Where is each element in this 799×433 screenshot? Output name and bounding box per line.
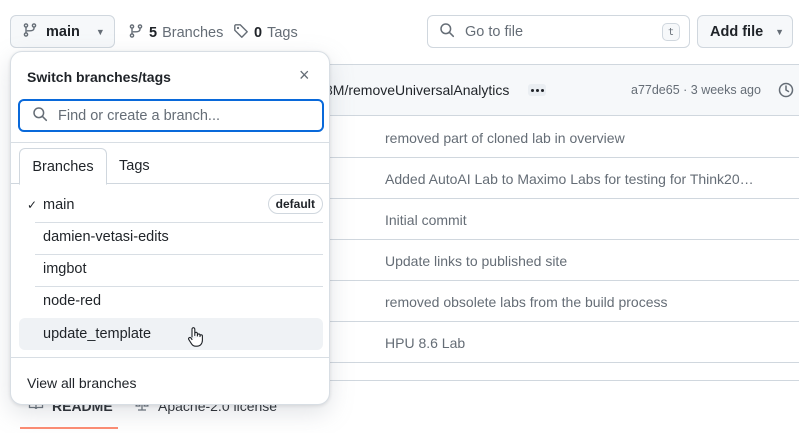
view-all-branches-link[interactable]: View all branches <box>27 375 136 391</box>
branch-selector-label: main <box>46 23 80 40</box>
file-row-commit-message[interactable]: Added AutoAI Lab to Maximo Labs for test… <box>385 171 754 187</box>
search-icon <box>439 22 455 42</box>
default-badge: default <box>267 194 323 214</box>
branches-text: Branches <box>162 25 224 41</box>
branch-item-label: damien-vetasi-edits <box>43 229 169 245</box>
history-icon[interactable] <box>777 81 795 102</box>
latest-commit-meta[interactable]: a77de65 · 3 weeks ago <box>631 83 761 97</box>
branch-search-input[interactable]: Find or create a branch... <box>18 99 324 132</box>
go-to-file-input[interactable]: Go to file t <box>427 15 690 48</box>
git-branch-icon <box>22 22 38 42</box>
branch-item-main[interactable]: ✓ main default <box>19 189 323 221</box>
branch-switcher-dropdown: Switch branches/tags × Find or create a … <box>10 51 330 405</box>
hand-pointer-icon <box>186 326 206 351</box>
divider <box>11 142 329 143</box>
close-icon[interactable]: × <box>299 66 310 84</box>
branch-search-placeholder: Find or create a branch... <box>58 107 220 124</box>
caret-down-icon: ▼ <box>775 26 785 37</box>
caret-down-icon: ▼ <box>95 26 105 37</box>
branch-selector-button[interactable]: main ▼ <box>10 15 115 48</box>
branch-item-label: imgbot <box>43 261 87 277</box>
tags-text: Tags <box>267 25 298 41</box>
search-icon <box>32 106 48 126</box>
tab-tags[interactable]: Tags <box>119 158 150 174</box>
tags-link[interactable]: 0 Tags <box>233 23 298 43</box>
branch-item-damien-vetasi-edits[interactable]: damien-vetasi-edits <box>19 221 323 253</box>
file-row-commit-message[interactable]: removed obsolete labs from the build pro… <box>385 294 667 310</box>
go-to-file-placeholder: Go to file <box>465 23 524 40</box>
tags-count: 0 <box>254 25 263 41</box>
branch-item-imgbot[interactable]: imgbot <box>19 253 323 285</box>
branch-item-update-template[interactable]: update_template <box>19 318 323 350</box>
branches-count: 5 <box>149 25 158 41</box>
dropdown-title: Switch branches/tags <box>27 69 171 85</box>
file-row-commit-message[interactable]: HPU 8.6 Lab <box>385 335 465 351</box>
git-branch-icon <box>128 23 144 43</box>
branches-link[interactable]: 5 Branches <box>128 23 223 43</box>
check-icon: ✓ <box>27 198 38 212</box>
file-row-commit-message[interactable]: removed part of cloned lab in overview <box>385 130 625 146</box>
add-file-button[interactable]: Add file ▼ <box>697 15 793 48</box>
add-file-label: Add file <box>710 23 764 40</box>
branch-item-label: update_template <box>43 326 152 342</box>
branch-item-node-red[interactable]: node-red <box>19 285 323 317</box>
latest-commit-message[interactable]: 3M/removeUniversalAnalytics <box>325 82 509 98</box>
file-row-commit-message[interactable]: Update links to published site <box>385 253 567 269</box>
tab-branches[interactable]: Branches <box>19 148 107 185</box>
active-tab-underline <box>20 427 118 429</box>
keyboard-shortcut-hint: t <box>662 23 680 41</box>
tag-icon <box>233 23 249 43</box>
divider <box>11 357 329 358</box>
file-row-commit-message[interactable]: Initial commit <box>385 212 467 228</box>
branch-item-label: main <box>43 197 75 213</box>
ellipsis-icon[interactable] <box>528 84 546 96</box>
branch-item-label: node-red <box>43 293 102 309</box>
